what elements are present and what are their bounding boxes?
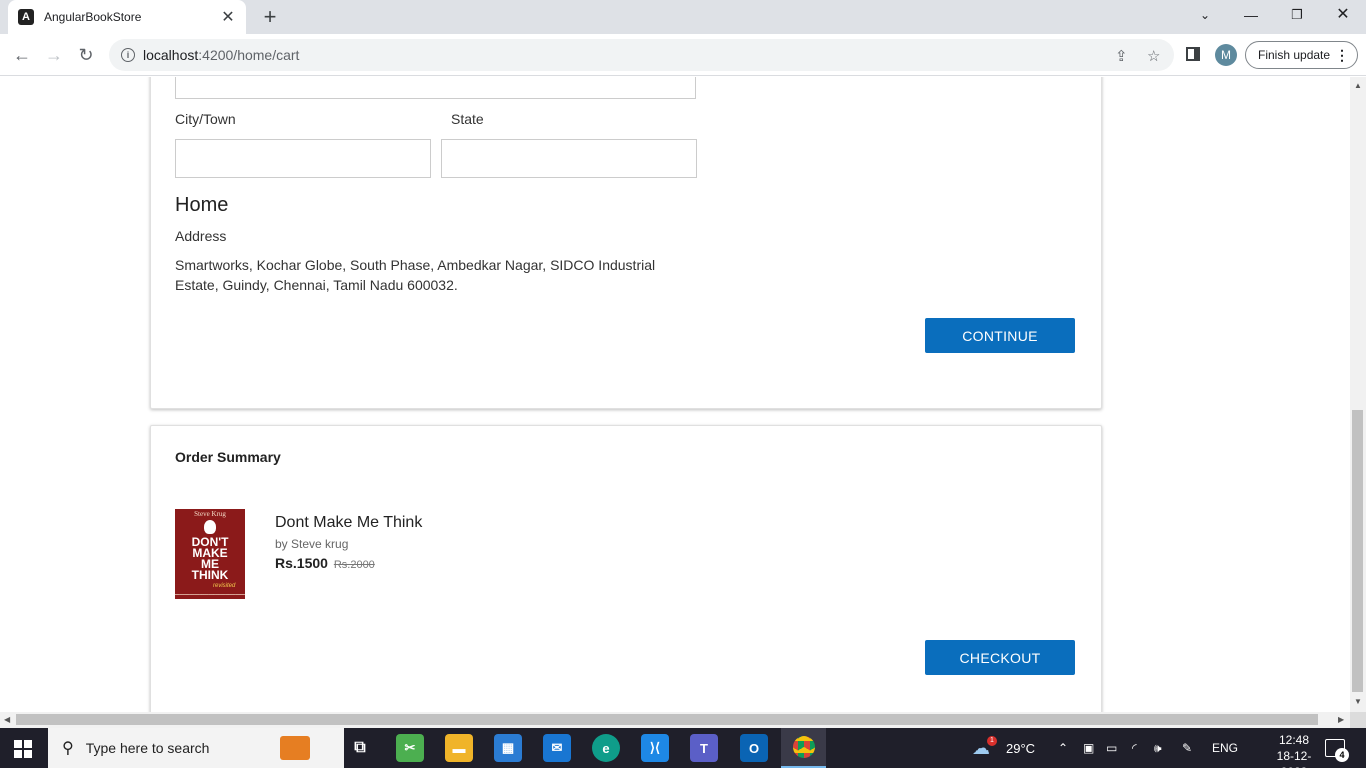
cover-title-line: THINK [191,568,229,582]
minimize-icon[interactable]: — [1228,0,1274,30]
chrome-icon [792,736,815,758]
back-arrow-icon[interactable]: ← [10,43,34,67]
book-cover-image: Steve Krug DON'T MAKE ME THINK revisited… [175,509,245,599]
snipping-tool-icon[interactable]: ✂ [396,734,424,762]
weather-temperature[interactable]: 29°C [1006,728,1035,768]
close-window-icon[interactable]: ✕ [1320,0,1366,30]
cover-figure-icon [204,520,216,534]
shipping-address-card: City/Town State Home Address Smartworks,… [150,77,1102,409]
book-mrp: Rs.2000 [333,559,375,571]
weather-cloud-icon[interactable]: ☁ [972,728,990,768]
volume-icon[interactable]: 🕪 [1154,728,1162,768]
search-highlight-briefcase-icon[interactable] [280,736,310,760]
cover-author: Steve Krug [194,510,226,518]
address-value: Smartworks, Kochar Globe, South Phase, A… [175,257,656,293]
order-summary-title: Order Summary [175,449,281,465]
angular-favicon-icon: A [18,9,34,25]
reload-icon[interactable]: ↻ [74,43,98,67]
profile-avatar[interactable]: M [1215,44,1237,66]
new-tab-icon[interactable]: + [258,5,282,29]
task-view-icon[interactable]: ⧉ [346,734,374,762]
side-panel-icon[interactable] [1186,47,1200,61]
notification-count-badge: 4 [1335,748,1349,762]
bookmark-star-icon[interactable]: ☆ [1147,47,1160,65]
show-hidden-icons-chevron-icon[interactable]: ⌃ [1058,728,1068,768]
order-summary-card: Order Summary Steve Krug DON'T MAKE ME T… [150,425,1102,712]
pen-workspace-icon[interactable]: ✎ [1182,728,1192,768]
cover-footer-decoration: ━━━━━━━━━━━━━━━━━━━━━━━━━━━━━━━ [175,592,245,597]
scroll-right-arrow-icon[interactable]: ▶ [1338,715,1344,724]
scroll-down-arrow-icon[interactable]: ▼ [1354,697,1362,706]
windows-taskbar: ⚲ Type here to search ⧉ ✂ ▬ ▦ ✉ e ⟩⟨ T O… [0,728,1366,779]
clock-date: 18-12-2023 [1276,749,1312,779]
close-tab-icon[interactable]: ✕ [220,7,236,27]
book-author: by Steve krug [275,537,349,551]
url-path: :4200/home/cart [198,47,300,63]
url-host: localhost [143,47,199,63]
taskbar-clock[interactable]: 12:48 18-12-2023 [1264,732,1324,780]
taskbar-search-placeholder: Type here to search [85,740,210,756]
more-menu-icon: ⋮ [1335,46,1349,63]
scroll-left-arrow-icon[interactable]: ◀ [4,715,10,724]
teams-icon[interactable]: T [690,734,718,762]
book-price: Rs.1500 Rs.2000 [275,555,375,571]
state-input[interactable] [441,139,697,178]
wifi-icon[interactable]: ◜ [1132,728,1137,768]
site-info-icon[interactable]: i [121,48,135,62]
finish-update-label: Finish update [1258,48,1331,62]
page-viewport: City/Town State Home Address Smartworks,… [0,77,1350,712]
windows-start-icon[interactable] [14,740,32,758]
taskbar-search-box[interactable]: ⚲ Type here to search [48,728,344,768]
address-line-input[interactable] [175,77,696,99]
city-label: City/Town [175,111,236,127]
microsoft-store-icon[interactable]: ▦ [494,734,522,762]
vertical-scroll-thumb[interactable] [1352,410,1363,692]
state-label: State [451,111,484,127]
chrome-taskbar-button[interactable] [781,728,826,768]
browser-toolbar: ← → ↻ i localhost:4200/home/cart ⇪ ☆ [0,34,1366,76]
finish-update-button[interactable]: Finish update ⋮ [1245,41,1358,69]
file-explorer-icon[interactable]: ▬ [445,734,473,762]
book-title: Dont Make Me Think [275,514,423,531]
home-address-title: Home [175,194,229,216]
input-language[interactable]: ENG [1212,728,1238,768]
clock-time: 12:48 [1278,733,1310,747]
tab-title: AngularBookStore [44,10,142,24]
book-sale-price: Rs.1500 [275,555,328,571]
address-label: Address [175,228,227,244]
meet-now-icon[interactable]: ▣ [1083,728,1094,768]
search-icon: ⚲ [62,740,74,757]
browser-tab[interactable]: A AngularBookStore ✕ [8,0,246,34]
tab-search-chevron-icon[interactable]: ⌄ [1182,0,1228,30]
forward-arrow-icon[interactable]: → [42,43,66,67]
vscode-icon[interactable]: ⟩⟨ [641,734,669,762]
battery-icon[interactable]: ▭ [1106,728,1117,768]
cover-subtitle: revisited [213,583,236,589]
edge-browser-icon[interactable]: e [592,734,620,762]
vertical-scrollbar[interactable]: ▲ ▼ [1350,77,1366,712]
continue-button[interactable]: CONTINUE [925,318,1075,353]
restore-icon[interactable]: ❐ [1274,0,1320,30]
weather-alert-badge: 1 [987,736,997,746]
share-icon[interactable]: ⇪ [1115,47,1128,65]
outlook-icon[interactable]: O [740,734,768,762]
mail-icon[interactable]: ✉ [543,734,571,762]
scrollbar-corner [1350,712,1366,728]
checkout-button[interactable]: CHECKOUT [925,640,1075,675]
horizontal-scroll-thumb[interactable] [16,714,1318,725]
city-input[interactable] [175,139,431,178]
cover-title: DON'T MAKE ME THINK [175,536,245,582]
scroll-up-arrow-icon[interactable]: ▲ [1354,81,1362,90]
horizontal-scrollbar[interactable]: ◀ ▶ [0,712,1350,728]
browser-tab-bar: A AngularBookStore ✕ + ⌄ — ❐ ✕ [0,0,1366,34]
address-bar[interactable]: i localhost:4200/home/cart ⇪ ☆ [109,39,1174,71]
